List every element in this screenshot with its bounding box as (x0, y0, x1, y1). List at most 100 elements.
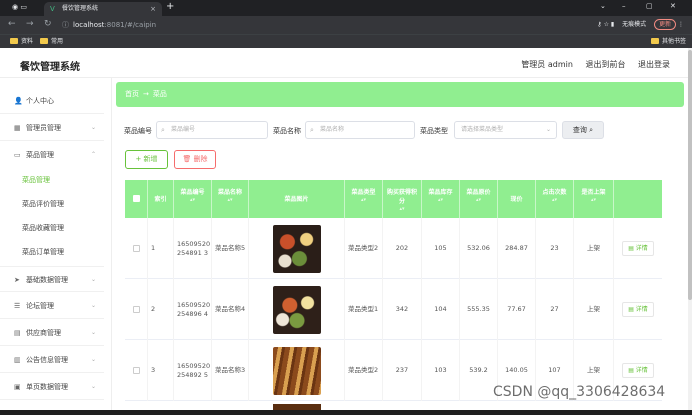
sidepanel-icon[interactable]: ▮ (611, 21, 614, 28)
row-select[interactable] (125, 218, 148, 279)
sliders-icon: ☰ (14, 302, 21, 310)
header-points[interactable]: 购买获得积分 ▴▾ (383, 180, 422, 218)
sort-icon[interactable]: ▴▾ (174, 197, 211, 203)
url-field[interactable]: ⓘ localhost:8081/#/caipin (62, 19, 542, 31)
maximize-icon[interactable]: ▢ (646, 2, 653, 10)
detail-button[interactable]: ▤ 详情 (622, 241, 654, 256)
delete-button[interactable]: 🗑 删除 (174, 150, 216, 169)
sort-icon[interactable]: ▴▾ (383, 206, 421, 212)
back-icon[interactable]: ← (8, 19, 16, 29)
detail-button[interactable]: ▤ 详情 (622, 363, 654, 378)
sidebar-subitem-dish-review[interactable]: 菜品评价管理 (0, 192, 104, 216)
code-label: 菜品编号 (124, 127, 152, 135)
search-button[interactable]: 查询 ⌕ (562, 121, 604, 139)
header-label: 菜品库存 (428, 189, 453, 196)
sidebar-item-supplier[interactable]: ▤ 供应商管理 ⌄ (0, 320, 104, 346)
browser-tab-title: 餐饮管理系统 (62, 5, 99, 12)
sort-icon[interactable]: ▴▾ (212, 197, 248, 203)
back-to-front-link[interactable]: 退出到前台 (585, 60, 625, 69)
bookmark-folder[interactable]: 资料 (10, 37, 33, 47)
forward-icon[interactable]: → (26, 19, 34, 29)
other-bookmarks[interactable]: 其他书签 (651, 37, 686, 47)
header-stock[interactable]: 菜品库存 ▴▾ (422, 180, 460, 218)
sidebar-subitem-dish-order[interactable]: 菜品订单管理 (0, 240, 104, 264)
scrollbar-thumb[interactable] (688, 50, 692, 300)
header-clicks[interactable]: 点击次数 ▴▾ (536, 180, 574, 218)
minimize-icon[interactable]: – (622, 2, 626, 10)
header-code[interactable]: 菜品编号 ▴▾ (174, 180, 212, 218)
logout-link[interactable]: 退出登录 (638, 60, 670, 69)
header-type[interactable]: 菜品类型 ▴▾ (345, 180, 383, 218)
row-checkbox[interactable] (132, 306, 140, 313)
header-onsale[interactable]: 是否上架 ▴▾ (574, 180, 614, 218)
cell-image (249, 340, 345, 401)
dish-table: 索引 菜品编号 ▴▾ 菜品名称 ▴▾ 菜品图片 菜品类型 ▴▾ 购买获得积分 ▴▾ 菜品… (125, 180, 662, 415)
row-select[interactable] (125, 279, 148, 340)
breadcrumb-home[interactable]: 首页 (125, 90, 139, 98)
cell-stock: 103 (422, 340, 460, 401)
supplier-icon: ▤ (14, 329, 21, 337)
sidebar-item-single-page[interactable]: ▣ 单页数据管理 ⌄ (0, 374, 104, 400)
browser-menu-icons[interactable]: ◉ ▭ (12, 3, 27, 11)
table-header: 索引 菜品编号 ▴▾ 菜品名称 ▴▾ 菜品图片 菜品类型 ▴▾ 购买获得积分 ▴▾ 菜品… (125, 180, 662, 218)
cell-onsale: 上架 (574, 218, 614, 279)
row-select[interactable] (125, 340, 148, 401)
chevron-down-icon[interactable]: ⌄ (600, 2, 606, 10)
incognito-label[interactable]: 无痕模式 (622, 19, 646, 31)
header-label: 菜品编号 (180, 189, 205, 196)
update-button[interactable]: 更新 (654, 19, 677, 30)
header-label: 菜品名称 (217, 189, 242, 196)
header-orig-price[interactable]: 菜品原价 ▴▾ (460, 180, 498, 218)
name-search-input[interactable]: ⌕ 菜品名称 (305, 121, 415, 139)
detail-button[interactable]: ▤ 详情 (622, 302, 654, 317)
browser-tab[interactable]: V 餐饮管理系统 × (44, 2, 162, 16)
dish-image[interactable] (272, 224, 321, 273)
header-label: 现价 (510, 196, 523, 203)
browser-tabbar: ◉ ▭ V 餐饮管理系统 × + ⌄ – ▢ ✕ (0, 0, 692, 16)
sort-icon[interactable]: ▴▾ (574, 197, 613, 203)
sidebar-item-profile[interactable]: 👤 个人中心 (0, 88, 104, 114)
star-icon[interactable]: ☆ (604, 21, 609, 28)
sort-icon[interactable]: ▴▾ (345, 197, 382, 203)
browser-toolbar-right: ⚷ ☆ ▮ 无痕模式 更新 ⋮ (597, 19, 684, 31)
header-name[interactable]: 菜品名称 ▴▾ (212, 180, 249, 218)
cell-onsale: 上架 (574, 279, 614, 340)
dish-image[interactable] (272, 346, 321, 395)
row-checkbox[interactable] (132, 245, 140, 252)
reload-icon[interactable]: ↻ (44, 19, 52, 29)
sidebar-item-forum[interactable]: ☰ 论坛管理 ⌄ (0, 293, 104, 319)
sidebar-item-notice[interactable]: ▥ 公告信息管理 ⌄ (0, 347, 104, 373)
current-user: 管理员 admin (521, 60, 573, 69)
address-bar: ← → ↻ ⓘ localhost:8081/#/caipin ⚷ ☆ ▮ 无痕模… (0, 16, 692, 34)
window-close-icon[interactable]: ✕ (670, 2, 676, 10)
dish-image[interactable] (272, 285, 321, 334)
chevron-down-icon: ⌄ (90, 383, 96, 390)
chevron-down-icon: ⌄ (90, 276, 96, 283)
header-price[interactable]: 现价 (498, 180, 536, 218)
sidebar-subitem-dish-favorite[interactable]: 菜品收藏管理 (0, 216, 104, 240)
bookmark-folder[interactable]: 常用 (40, 37, 63, 47)
select-all-checkbox[interactable] (132, 195, 140, 202)
new-tab-icon[interactable]: + (166, 1, 174, 12)
sidebar-subitem-dish-manage[interactable]: 菜品管理 (0, 168, 104, 192)
row-checkbox[interactable] (132, 367, 140, 374)
document-icon: ▤ (628, 245, 634, 252)
add-button[interactable]: + 新增 (125, 150, 168, 169)
cell-clicks: 23 (536, 218, 574, 279)
close-tab-icon[interactable]: × (150, 2, 156, 16)
sidebar-item-dishes[interactable]: ▭ 菜品管理 ⌃ (0, 142, 104, 168)
sidebar-item-admin[interactable]: ▦ 管理员管理 ⌄ (0, 115, 104, 141)
code-search-input[interactable]: ⌕ 菜品编号 (156, 121, 268, 139)
sort-icon[interactable]: ▴▾ (422, 197, 459, 203)
search-icon: ⌕ (589, 126, 594, 134)
more-icon[interactable]: ⋮ (678, 21, 684, 28)
type-select[interactable]: 请选择菜品类型 ⌄ (454, 121, 557, 139)
bookmark-label: 资料 (21, 38, 34, 45)
sort-icon[interactable]: ▴▾ (460, 197, 497, 203)
header-select-all[interactable] (125, 180, 148, 218)
key-icon[interactable]: ⚷ (597, 21, 601, 28)
sidebar-item-basic-data[interactable]: ➤ 基础数据管理 ⌄ (0, 266, 104, 292)
search-button-label: 查询 (572, 126, 587, 134)
header-actions (614, 180, 662, 218)
sort-icon[interactable]: ▴▾ (536, 197, 573, 203)
